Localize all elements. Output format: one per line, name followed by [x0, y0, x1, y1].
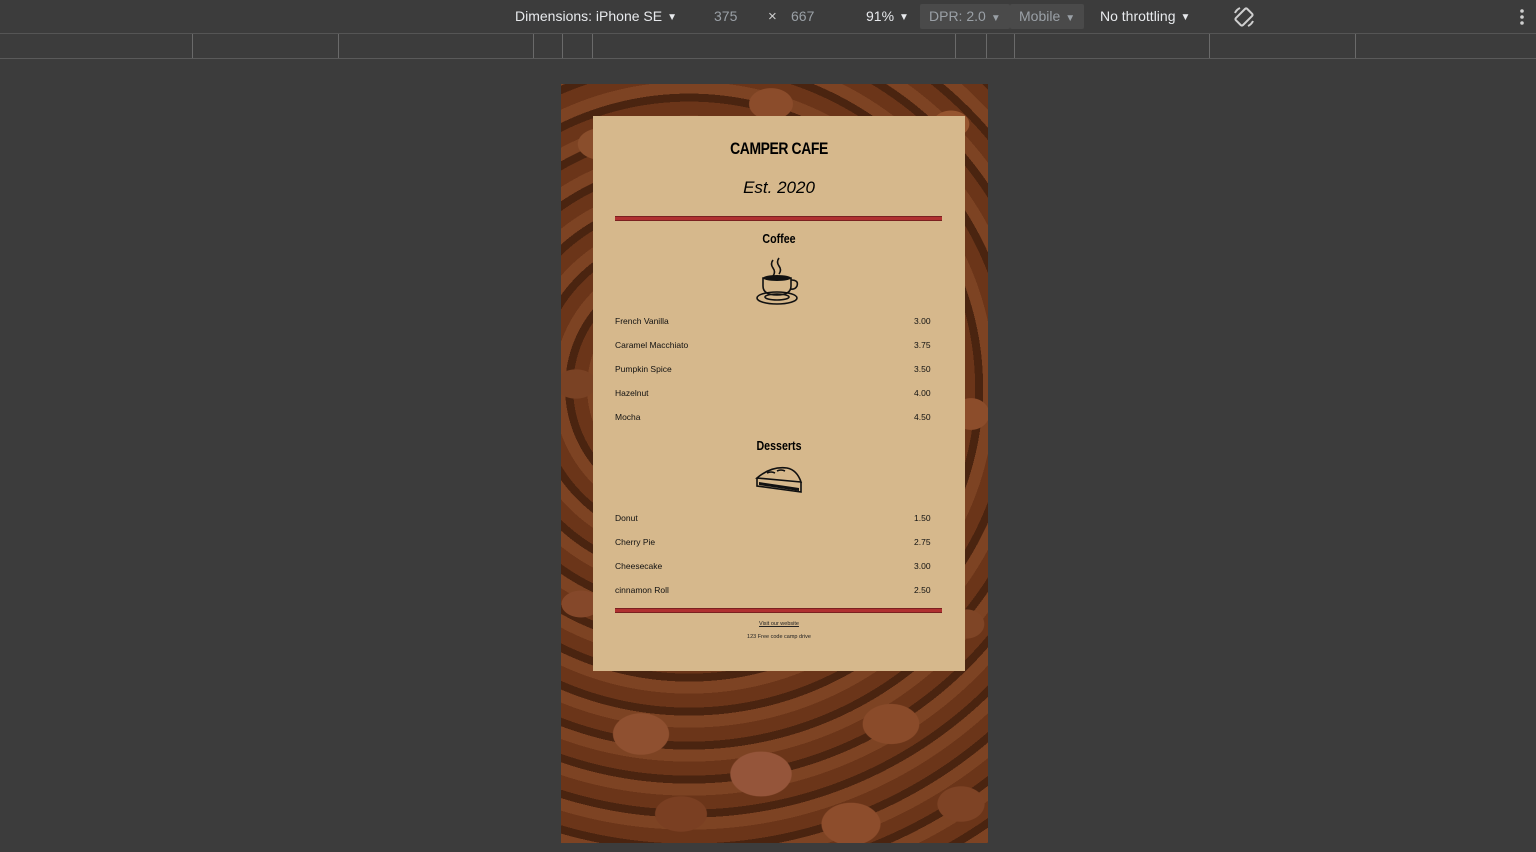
device-viewport[interactable]: CAMPER CAFE Est. 2020 Coffee French Vani… — [561, 84, 988, 843]
menu-item-price: 3.75 — [914, 340, 931, 350]
menu-item-name: Pumpkin Spice — [615, 364, 672, 374]
ruler-tick[interactable] — [533, 34, 534, 58]
caret-down-icon: ▼ — [990, 13, 1001, 24]
caret-down-icon: ▼ — [899, 12, 909, 23]
caret-down-icon: ▼ — [1180, 12, 1191, 23]
website-link[interactable]: Visit our website — [593, 621, 965, 627]
ruler-tick[interactable] — [592, 34, 593, 58]
coffee-heading: Coffee — [762, 231, 796, 246]
dpr-dropdown[interactable]: DPR: 2.0 ▼ — [920, 4, 1010, 29]
menu-item-name: Caramel Macchiato — [615, 340, 689, 350]
menu-item-name: Donut — [615, 513, 638, 523]
bottom-divider — [615, 608, 942, 613]
menu-item-name: Cheesecake — [615, 561, 663, 571]
ruler-tick[interactable] — [955, 34, 956, 58]
menu-item-name: cinnamon Roll — [615, 585, 669, 595]
dimensions-label: Dimensions: iPhone SE — [515, 8, 663, 24]
ruler-tick[interactable] — [1014, 34, 1015, 58]
menu-item-price: 3.00 — [914, 316, 931, 326]
desserts-heading: Desserts — [756, 438, 802, 453]
menu-item-name: Mocha — [615, 412, 641, 422]
dimensions-dropdown[interactable]: Dimensions: iPhone SE ▼ — [515, 8, 677, 26]
menu-card: CAMPER CAFE Est. 2020 Coffee French Vani… — [593, 116, 965, 671]
cafe-name: CAMPER CAFE — [730, 139, 828, 158]
zoom-label: 91% — [866, 8, 895, 24]
times-icon: × — [768, 8, 777, 25]
menu-item-price: 2.50 — [914, 585, 931, 595]
menu-item-price: 3.00 — [914, 561, 931, 571]
height-input[interactable]: 667 — [791, 8, 814, 25]
coffee-cup-icon — [756, 257, 799, 305]
menu-item-price: 1.50 — [914, 513, 931, 523]
ruler-tick[interactable] — [986, 34, 987, 58]
pie-icon — [755, 466, 803, 493]
throttling-label: No throttling — [1100, 8, 1176, 24]
caret-down-icon: ▼ — [1065, 13, 1076, 24]
menu-item-name: French Vanilla — [615, 316, 669, 326]
menu-item-price: 4.00 — [914, 388, 931, 398]
device-toolbar: Dimensions: iPhone SE ▼ 375 × 667 91% ▼ DP… — [0, 0, 1536, 34]
menu-item-price: 2.75 — [914, 537, 931, 547]
zoom-dropdown[interactable]: 91% ▼ — [866, 8, 909, 26]
rotate-icon[interactable] — [1231, 4, 1257, 30]
dpr-label: DPR: 2.0 — [929, 8, 986, 24]
throttling-dropdown[interactable]: No throttling ▼ — [1100, 8, 1190, 26]
mode-label: Mobile — [1019, 8, 1061, 24]
ruler-tick[interactable] — [562, 34, 563, 58]
ruler-tick[interactable] — [192, 34, 193, 58]
menu-item-name: Cherry Pie — [615, 537, 656, 547]
ruler-tick[interactable] — [1355, 34, 1356, 58]
ruler-tick[interactable] — [338, 34, 339, 58]
menu-item-price: 4.50 — [914, 412, 931, 422]
caret-down-icon: ▼ — [667, 12, 677, 23]
ruler-tick[interactable] — [1209, 34, 1210, 58]
media-query-ruler — [0, 34, 1536, 59]
more-options-icon[interactable] — [1517, 7, 1527, 27]
established-text: Est. 2020 — [743, 178, 815, 197]
top-divider — [615, 216, 942, 221]
mode-dropdown[interactable]: Mobile ▼ — [1010, 4, 1085, 29]
menu-item-name: Hazelnut — [615, 388, 649, 398]
menu-item-price: 3.50 — [914, 364, 931, 374]
width-input[interactable]: 375 — [714, 8, 737, 25]
address-text: 123 Free code camp drive — [747, 634, 811, 640]
